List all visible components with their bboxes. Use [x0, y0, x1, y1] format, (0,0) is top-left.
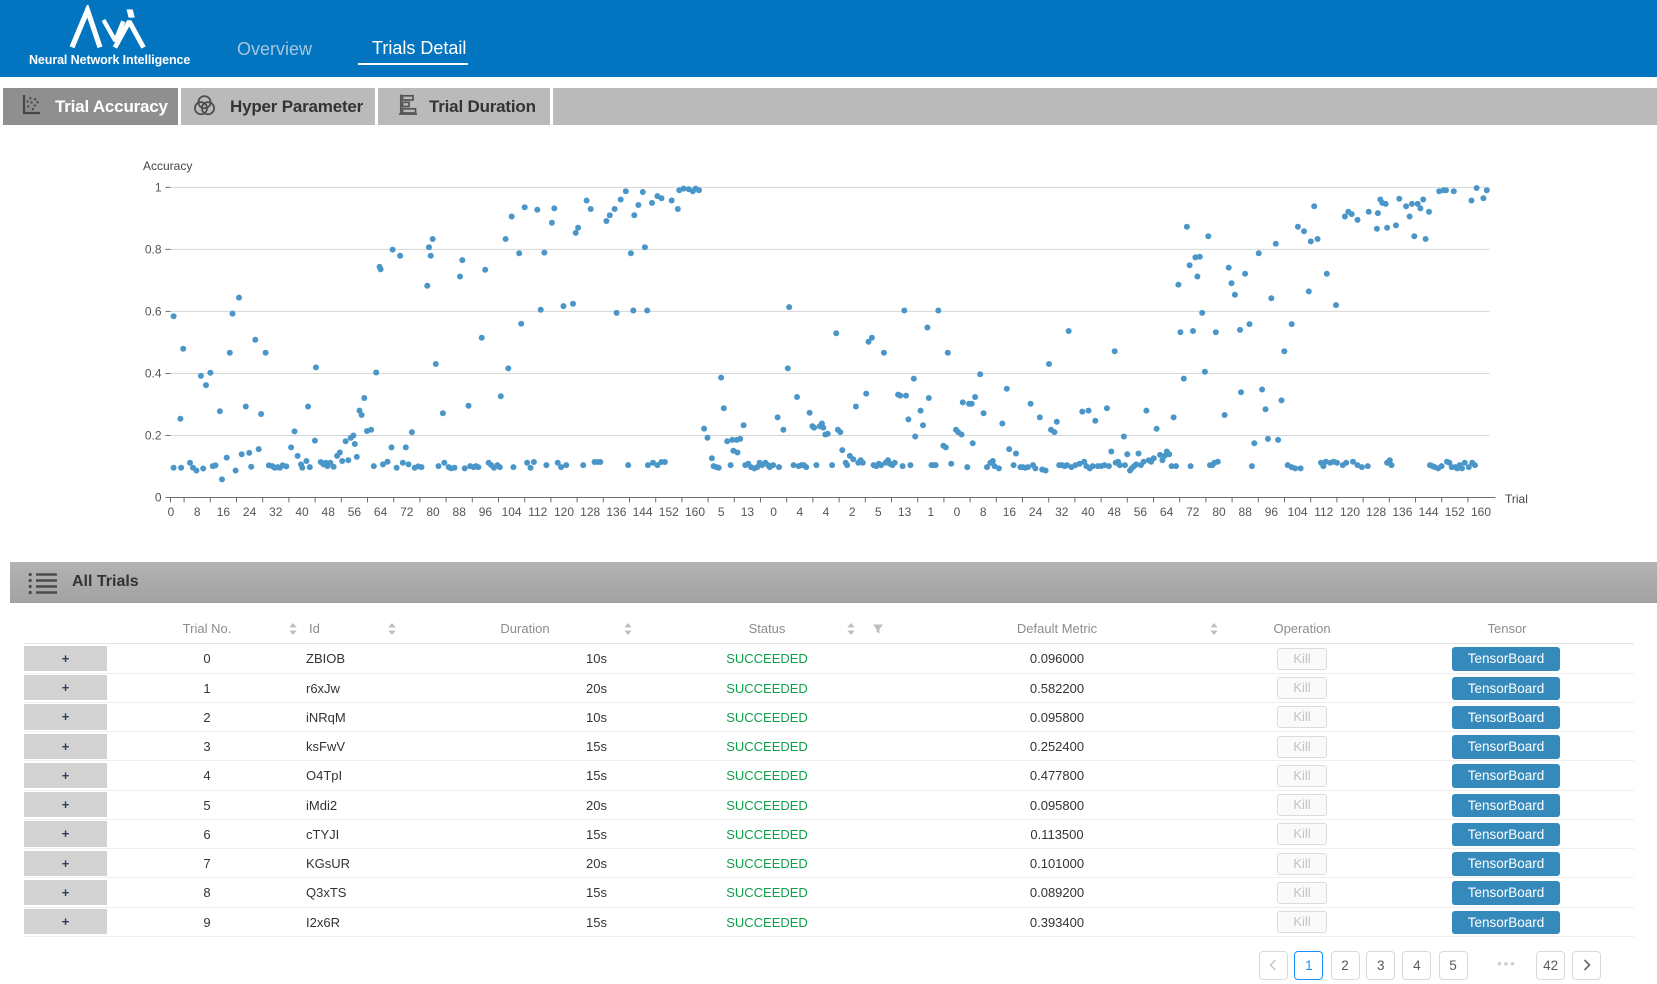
svg-text:136: 136	[606, 505, 626, 519]
svg-text:56: 56	[348, 505, 362, 519]
svg-text:96: 96	[479, 505, 493, 519]
svg-text:80: 80	[1212, 505, 1226, 519]
svg-text:0.4: 0.4	[145, 367, 162, 381]
svg-text:13: 13	[741, 505, 755, 519]
svg-text:56: 56	[1134, 505, 1148, 519]
svg-text:48: 48	[1108, 505, 1122, 519]
svg-text:120: 120	[554, 505, 574, 519]
svg-text:128: 128	[580, 505, 600, 519]
svg-text:16: 16	[217, 505, 231, 519]
svg-text:40: 40	[1081, 505, 1095, 519]
svg-text:0.8: 0.8	[145, 242, 162, 256]
svg-text:1: 1	[155, 180, 162, 194]
svg-text:64: 64	[374, 505, 388, 519]
svg-text:144: 144	[633, 505, 653, 519]
svg-text:8: 8	[980, 505, 987, 519]
svg-text:24: 24	[1029, 505, 1043, 519]
svg-text:Trial: Trial	[1505, 492, 1528, 506]
svg-text:136: 136	[1392, 505, 1412, 519]
svg-text:64: 64	[1160, 505, 1174, 519]
svg-text:0: 0	[954, 505, 961, 519]
svg-text:0: 0	[770, 505, 777, 519]
svg-text:4: 4	[796, 505, 803, 519]
svg-text:104: 104	[502, 505, 522, 519]
svg-text:0.6: 0.6	[145, 304, 162, 318]
svg-text:88: 88	[1239, 505, 1253, 519]
svg-text:120: 120	[1340, 505, 1360, 519]
svg-text:32: 32	[269, 505, 283, 519]
svg-text:0: 0	[168, 505, 175, 519]
svg-text:1: 1	[927, 505, 934, 519]
svg-text:Accuracy: Accuracy	[143, 159, 192, 173]
svg-text:152: 152	[659, 505, 679, 519]
svg-text:96: 96	[1265, 505, 1279, 519]
svg-text:72: 72	[400, 505, 414, 519]
svg-text:152: 152	[1445, 505, 1465, 519]
svg-text:72: 72	[1186, 505, 1200, 519]
svg-text:13: 13	[898, 505, 912, 519]
svg-text:2: 2	[849, 505, 856, 519]
svg-text:40: 40	[295, 505, 309, 519]
svg-text:104: 104	[1288, 505, 1308, 519]
svg-text:24: 24	[243, 505, 257, 519]
svg-text:80: 80	[426, 505, 440, 519]
svg-text:4: 4	[823, 505, 830, 519]
svg-text:144: 144	[1419, 505, 1439, 519]
svg-text:0.2: 0.2	[145, 429, 162, 443]
svg-text:5: 5	[875, 505, 882, 519]
svg-text:112: 112	[1314, 505, 1333, 519]
svg-text:128: 128	[1366, 505, 1386, 519]
svg-text:160: 160	[1471, 505, 1491, 519]
svg-text:16: 16	[1003, 505, 1017, 519]
svg-text:0: 0	[155, 491, 162, 505]
svg-text:88: 88	[453, 505, 467, 519]
svg-text:32: 32	[1055, 505, 1069, 519]
svg-text:8: 8	[194, 505, 201, 519]
svg-text:160: 160	[685, 505, 705, 519]
svg-text:112: 112	[528, 505, 547, 519]
svg-text:5: 5	[718, 505, 725, 519]
svg-text:48: 48	[322, 505, 336, 519]
